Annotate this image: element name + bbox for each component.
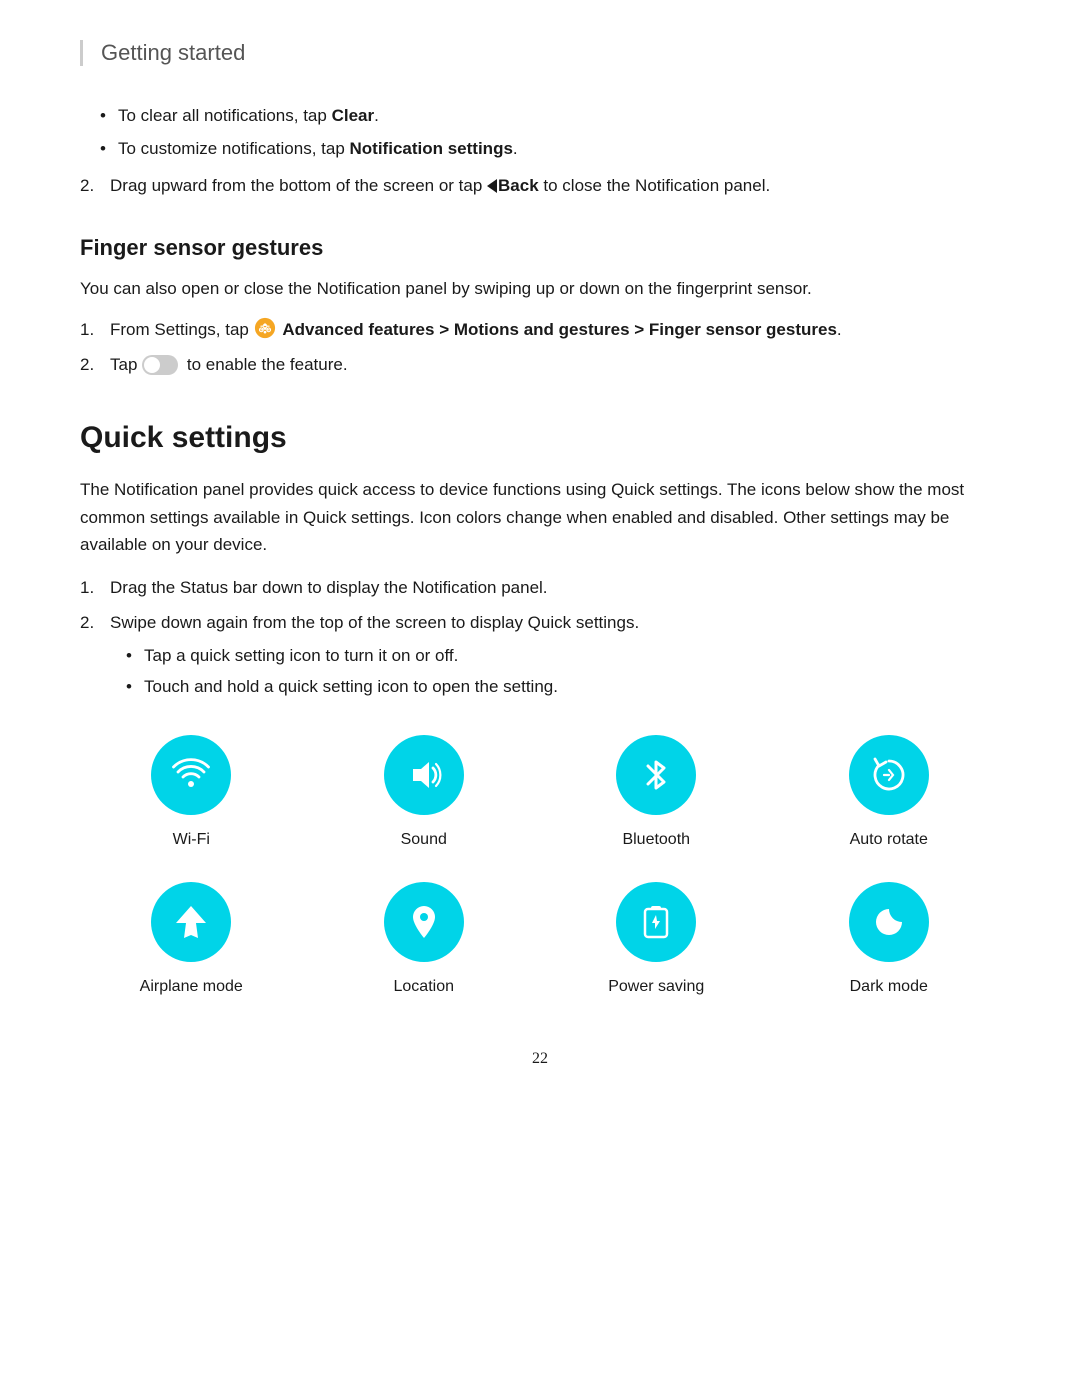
drag-step-2-content: Drag upward from the bottom of the scree… (110, 172, 1000, 199)
qs-item-bluetooth: Bluetooth (545, 735, 768, 853)
bullet-notif-text: To customize notifications, tap (118, 139, 350, 158)
powersaving-icon (635, 901, 677, 943)
bullet-notif-end: . (513, 139, 518, 158)
finger-step-1-content: From Settings, tap Advanced features > M… (110, 316, 1000, 343)
step-num-2: 2. (80, 172, 110, 199)
location-icon (403, 901, 445, 943)
autorotate-icon (868, 754, 910, 796)
airplane-label: Airplane mode (140, 974, 243, 1000)
finger-step-2: 2. Tap to enable the feature. (80, 351, 1000, 378)
bullet-clear: To clear all notifications, tap Clear. (100, 102, 1000, 129)
advanced-features-icon (254, 317, 276, 339)
sound-label: Sound (401, 827, 447, 853)
header-title: Getting started (101, 40, 245, 65)
finger-sensor-heading: Finger sensor gestures (80, 230, 1000, 265)
page-number: 22 (532, 1050, 548, 1067)
finger-step-num-2: 2. (80, 351, 110, 378)
wifi-icon (170, 754, 212, 796)
quick-step-2-content: Swipe down again from the top of the scr… (110, 609, 1000, 705)
step2-end: to close the Notification panel. (539, 176, 771, 195)
qs-item-darkmode: Dark mode (778, 882, 1001, 1000)
toggle-switch-icon (142, 355, 178, 375)
finger-step1-pre: From Settings, tap (110, 320, 254, 339)
finger-step-2-content: Tap to enable the feature. (110, 351, 1000, 378)
bullet-clear-end: . (374, 106, 379, 125)
airplane-icon (170, 901, 212, 943)
quick-settings-para: The Notification panel provides quick ac… (80, 476, 1000, 558)
powersaving-icon-circle (616, 882, 696, 962)
qs-item-autorotate: Auto rotate (778, 735, 1001, 853)
finger-step-num-1: 1. (80, 316, 110, 343)
back-chevron-icon (487, 179, 497, 193)
step2-back-bold: Back (498, 176, 539, 195)
notifications-bullet-list: To clear all notifications, tap Clear. T… (80, 102, 1000, 162)
darkmode-icon (868, 901, 910, 943)
bullet-notification-settings: To customize notifications, tap Notifica… (100, 135, 1000, 162)
quick-step-1-content: Drag the Status bar down to display the … (110, 574, 1000, 601)
airplane-icon-circle (151, 882, 231, 962)
quick-bullet-2: Touch and hold a quick setting icon to o… (126, 673, 1000, 700)
powersaving-label: Power saving (608, 974, 704, 1000)
page-footer: 22 (80, 1050, 1000, 1068)
bluetooth-icon-circle (616, 735, 696, 815)
quick-step-2: 2. Swipe down again from the top of the … (80, 609, 1000, 705)
bullet-clear-text: To clear all notifications, tap (118, 106, 332, 125)
sound-icon (403, 754, 445, 796)
qs-item-wifi: Wi-Fi (80, 735, 303, 853)
finger-step2-end: to enable the feature. (187, 355, 348, 374)
qs-item-airplane: Airplane mode (80, 882, 303, 1000)
bullet-notif-bold: Notification settings (350, 139, 513, 158)
quick-settings-heading: Quick settings (80, 414, 1000, 462)
bluetooth-icon (635, 754, 677, 796)
quick-step2-text: Swipe down again from the top of the scr… (110, 613, 639, 632)
qs-item-sound: Sound (313, 735, 536, 853)
qs-item-powersaving: Power saving (545, 882, 768, 1000)
location-label: Location (394, 974, 455, 1000)
qs-item-location: Location (313, 882, 536, 1000)
step2-text: Drag upward from the bottom of the scree… (110, 176, 487, 195)
finger-step1-bold: Advanced features > Motions and gestures… (282, 320, 837, 339)
quick-step-1: 1. Drag the Status bar down to display t… (80, 574, 1000, 601)
drag-step-list: 2. Drag upward from the bottom of the sc… (80, 172, 1000, 199)
page-header: Getting started (80, 40, 1000, 66)
darkmode-label: Dark mode (850, 974, 928, 1000)
finger-step1-end: . (837, 320, 842, 339)
quick-step-num-1: 1. (80, 574, 110, 601)
content-body: To clear all notifications, tap Clear. T… (80, 102, 1000, 1000)
finger-step-1: 1. From Settings, tap Advanced features … (80, 316, 1000, 343)
finger-step2-pre: Tap (110, 355, 142, 374)
quick-step-num-2: 2. (80, 609, 110, 705)
finger-steps-list: 1. From Settings, tap Advanced features … (80, 316, 1000, 378)
bluetooth-label: Bluetooth (622, 827, 690, 853)
sound-icon-circle (384, 735, 464, 815)
autorotate-label: Auto rotate (850, 827, 928, 853)
quick-settings-icons-grid: Wi-Fi Sound Bluetooth (80, 735, 1000, 1000)
autorotate-icon-circle (849, 735, 929, 815)
finger-sensor-para: You can also open or close the Notificat… (80, 275, 1000, 302)
drag-step-2: 2. Drag upward from the bottom of the sc… (80, 172, 1000, 199)
bullet-clear-bold: Clear (332, 106, 375, 125)
location-icon-circle (384, 882, 464, 962)
quick-step2-bullets: Tap a quick setting icon to turn it on o… (110, 642, 1000, 700)
quick-bullet-1: Tap a quick setting icon to turn it on o… (126, 642, 1000, 669)
wifi-label: Wi-Fi (173, 827, 210, 853)
darkmode-icon-circle (849, 882, 929, 962)
quick-steps-list: 1. Drag the Status bar down to display t… (80, 574, 1000, 705)
wifi-icon-circle (151, 735, 231, 815)
